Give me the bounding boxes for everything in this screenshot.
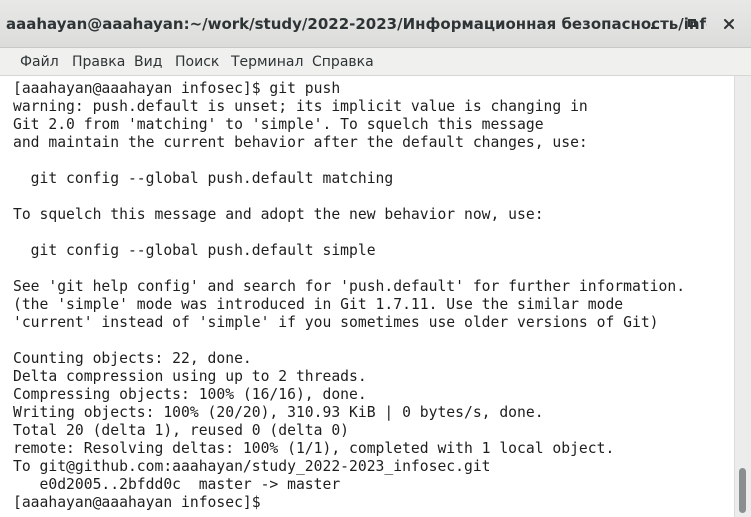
terminal-output[interactable]: [aaahayan@aaahayan infosec]$ git push war… xyxy=(0,76,734,517)
maximize-button[interactable] xyxy=(683,14,703,34)
terminal-line: Counting objects: 22, done. xyxy=(13,350,252,367)
close-button[interactable] xyxy=(719,14,739,34)
terminal-line: remote: Resolving deltas: 100% (1/1), co… xyxy=(13,440,615,457)
terminal-window: aaahayan@aaahayan:~/work/study/2022-2023… xyxy=(0,0,751,517)
terminal-text: [aaahayan@aaahayan infosec]$ git push war… xyxy=(0,76,734,512)
menu-item-edit[interactable]: Правка xyxy=(72,48,125,76)
terminal-line: Delta compression using up to 2 threads. xyxy=(13,368,367,385)
terminal-line: e0d2005..2bfdd0c master -> master xyxy=(13,476,341,493)
menu-item-file[interactable]: Файл xyxy=(20,48,59,76)
terminal-line: and maintain the current behavior after … xyxy=(13,134,588,151)
terminal-line: To squelch this message and adopt the ne… xyxy=(13,206,544,223)
terminal-line: Total 20 (delta 1), reused 0 (delta 0) xyxy=(13,422,350,439)
terminal-line: [aaahayan@aaahayan infosec]$ git push xyxy=(13,80,341,97)
terminal-line: To git@github.com:aaahayan/study_2022-20… xyxy=(13,458,491,475)
terminal-line: See 'git help config' and search for 'pu… xyxy=(13,278,686,295)
menu-item-view[interactable]: Вид xyxy=(134,48,162,76)
title-bar[interactable]: aaahayan@aaahayan:~/work/study/2022-2023… xyxy=(0,0,751,48)
minimize-icon xyxy=(651,27,659,29)
terminal-line: 'current' instead of 'simple' if you som… xyxy=(13,314,659,331)
terminal-line: git config --global push.default matchin… xyxy=(13,170,394,187)
menu-bar: Файл Правка Вид Поиск Терминал Справка xyxy=(0,48,751,76)
terminal-scrollbar[interactable] xyxy=(734,76,751,517)
maximize-icon xyxy=(688,19,696,27)
menu-item-search[interactable]: Поиск xyxy=(175,48,219,76)
terminal-line: [aaahayan@aaahayan infosec]$ xyxy=(13,494,270,511)
terminal-line: git config --global push.default simple xyxy=(13,242,376,259)
terminal-line: Compressing objects: 100% (16/16), done. xyxy=(13,386,367,403)
terminal-line: Git 2.0 from 'matching' to 'simple'. To … xyxy=(13,116,544,133)
terminal-line: (the 'simple' mode was introduced in Git… xyxy=(13,296,624,313)
menu-item-terminal[interactable]: Терминал xyxy=(231,48,303,76)
window-title: aaahayan@aaahayan:~/work/study/2022-2023… xyxy=(6,15,707,33)
terminal-line: Writing objects: 100% (20/20), 310.93 Ki… xyxy=(13,404,544,421)
terminal-line: warning: push.default is unset; its impl… xyxy=(13,98,588,115)
minimize-button[interactable] xyxy=(645,14,665,34)
close-icon xyxy=(724,19,734,29)
scrollbar-thumb[interactable] xyxy=(739,468,746,513)
menu-item-help[interactable]: Справка xyxy=(312,48,374,76)
